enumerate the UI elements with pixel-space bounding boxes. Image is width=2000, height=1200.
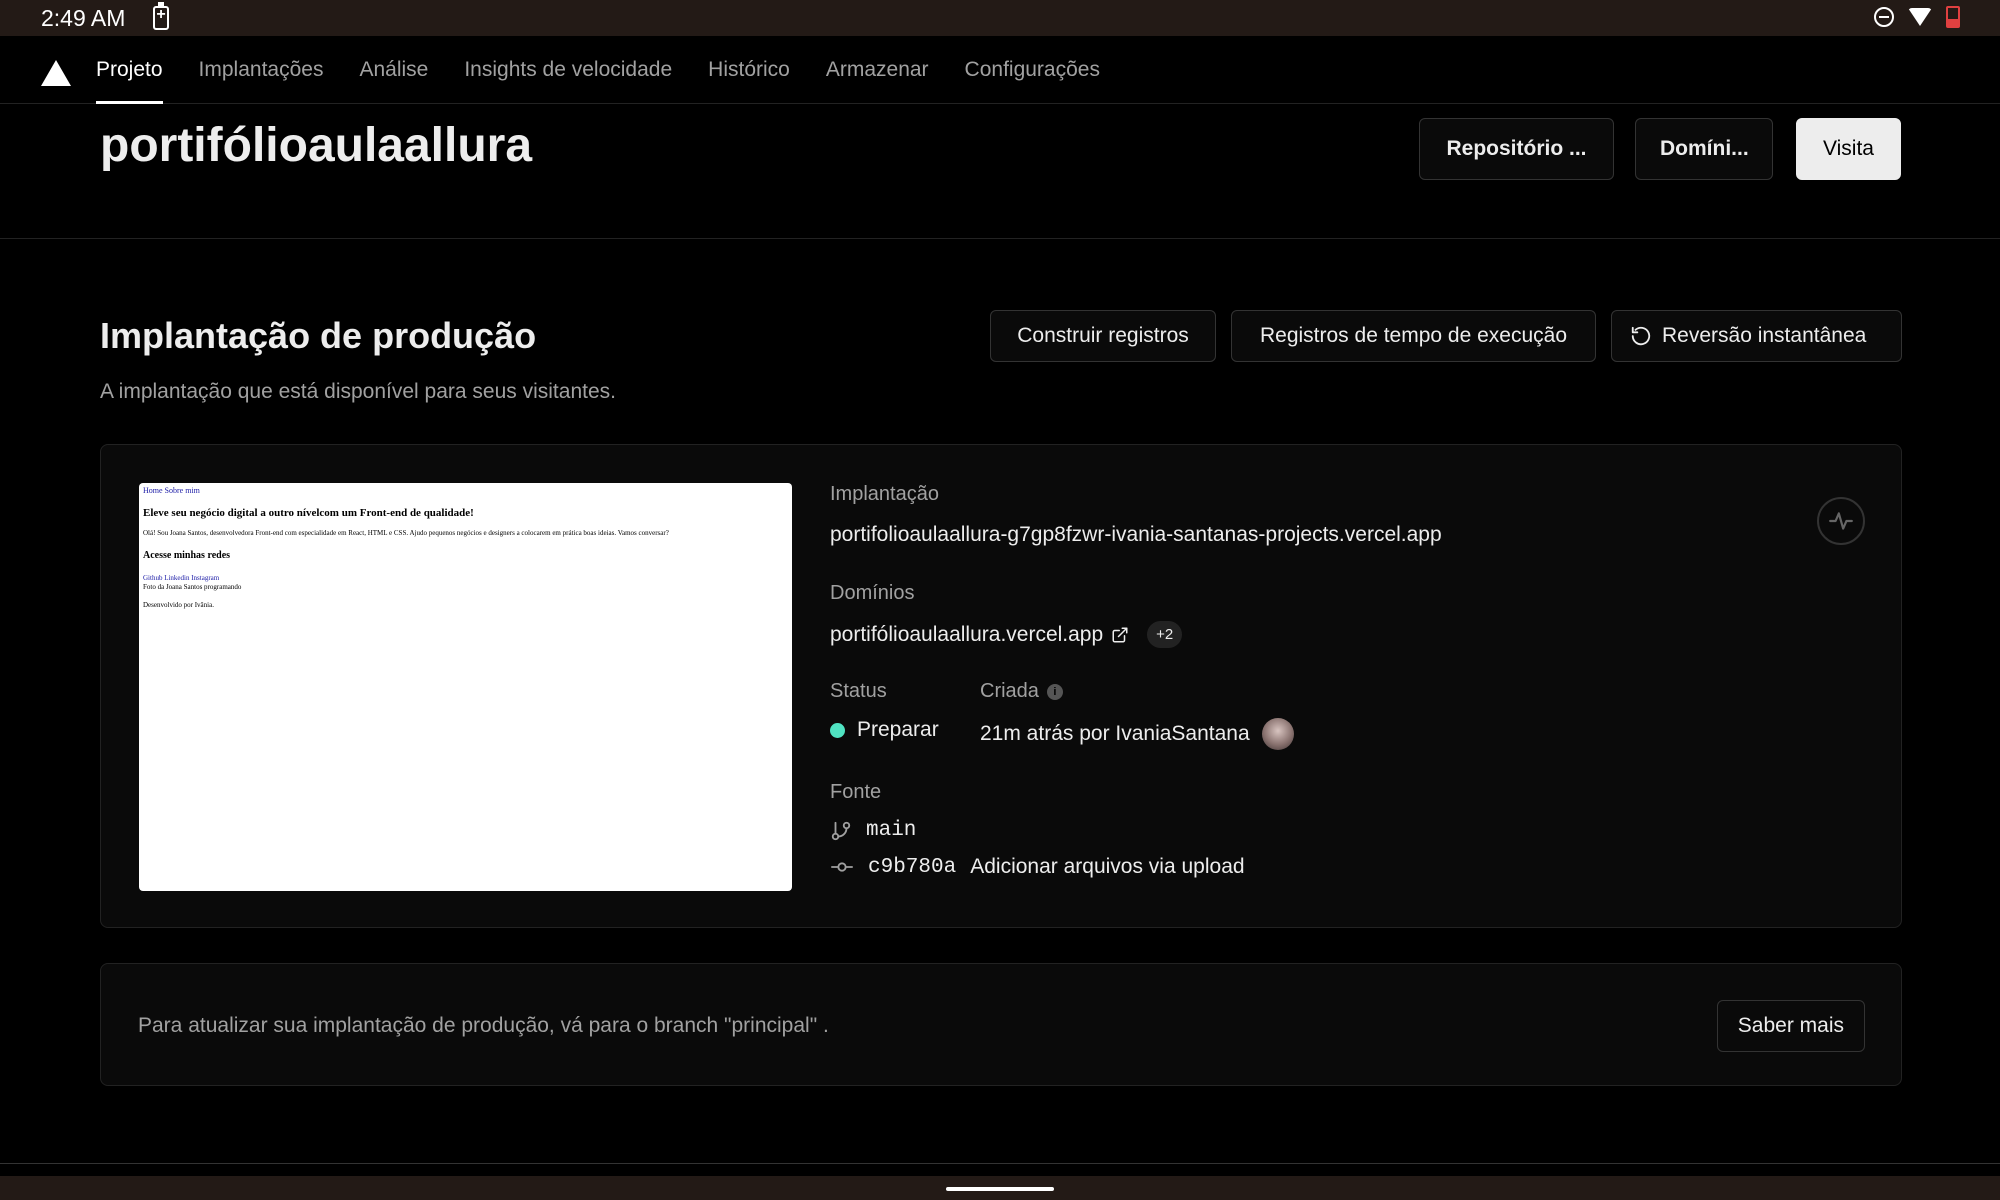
rollback-icon bbox=[1631, 326, 1651, 346]
info-icon[interactable]: i bbox=[1046, 683, 1063, 700]
visit-button[interactable]: Visita bbox=[1796, 118, 1901, 180]
section-subtitle: A implantação que está disponível para s… bbox=[100, 380, 616, 403]
learn-more-button[interactable]: Saber mais bbox=[1716, 1000, 1865, 1052]
preview-text: Olá! Sou Joana Santos, desenvolvedora Fr… bbox=[143, 529, 669, 537]
source-label: Fonte bbox=[830, 781, 882, 803]
preview-subheading: Acesse minhas redes bbox=[143, 550, 231, 561]
do-not-disturb-icon bbox=[1874, 7, 1894, 27]
build-logs-button[interactable]: Construir registros bbox=[990, 310, 1216, 362]
deployment-preview[interactable]: Home Sobre mim Eleve seu negócio digital… bbox=[139, 483, 792, 891]
instant-rollback-button[interactable]: Reversão instantânea bbox=[1611, 310, 1902, 362]
tab-implantacoes[interactable]: Implantações bbox=[187, 36, 336, 104]
tab-analise[interactable]: Análise bbox=[347, 36, 440, 104]
branch-row: main bbox=[830, 819, 916, 842]
deployment-card: Home Sobre mim Eleve seu negócio digital… bbox=[100, 444, 1902, 928]
gesture-handle[interactable] bbox=[946, 1187, 1054, 1191]
activity-icon[interactable] bbox=[1817, 497, 1865, 545]
system-navigation-bar bbox=[0, 1176, 2000, 1200]
branch-name[interactable]: main bbox=[866, 819, 916, 842]
divider bbox=[0, 1163, 2000, 1164]
battery-low-icon bbox=[1946, 6, 1960, 28]
instant-rollback-label: Reversão instantânea bbox=[1662, 324, 1867, 347]
created-row: 21m atrás por IvaniaSantana bbox=[980, 718, 1294, 750]
banner-text: Para atualizar sua implantação de produç… bbox=[138, 1014, 829, 1037]
project-tabs: Projeto Implantações Análise Insights de… bbox=[84, 36, 1124, 104]
created-label-row: Criada i bbox=[980, 680, 1063, 703]
git-branch-icon bbox=[831, 821, 851, 840]
tab-armazenar[interactable]: Armazenar bbox=[814, 36, 941, 104]
preview-image-alt: Foto da Joana Santos programando bbox=[143, 583, 242, 591]
info-banner: Para atualizar sua implantação de produç… bbox=[100, 963, 1902, 1086]
wifi-icon bbox=[1908, 8, 1932, 26]
external-link-icon[interactable] bbox=[1111, 626, 1129, 644]
status-label: Status bbox=[830, 680, 887, 702]
preview-footer: Desenvolvido por Ivânia. bbox=[143, 601, 214, 609]
tab-historico[interactable]: Histórico bbox=[696, 36, 802, 104]
domains-button[interactable]: Domíni... bbox=[1635, 118, 1773, 180]
preview-links: Github Linkedin Instagram bbox=[143, 574, 220, 582]
commit-hash[interactable]: c9b780a bbox=[868, 856, 956, 879]
commit-row: c9b780a Adicionar arquivos via upload bbox=[830, 855, 1245, 879]
preview-nav: Home Sobre mim bbox=[143, 486, 200, 495]
top-navigation: Projeto Implantações Análise Insights de… bbox=[0, 36, 2000, 104]
status-row: Preparar bbox=[830, 718, 939, 742]
extra-domains-badge[interactable]: +2 bbox=[1147, 621, 1183, 648]
clock: 2:49 AM bbox=[41, 5, 126, 31]
system-status-bar: 2:49 AM bbox=[0, 0, 2000, 36]
project-header: portifólioaulaallura Repositório ... Dom… bbox=[0, 105, 2000, 239]
battery-charging-icon bbox=[153, 2, 169, 30]
created-value: 21m atrás por IvaniaSantana bbox=[980, 722, 1250, 745]
page-title: portifólioaulaallura bbox=[100, 119, 533, 172]
status-icons bbox=[1874, 6, 1960, 28]
domain-link[interactable]: portifólioaulaallura.vercel.app bbox=[830, 623, 1103, 647]
deployment-label: Implantação bbox=[830, 483, 939, 505]
created-label: Criada bbox=[980, 680, 1039, 702]
preview-heading: Eleve seu negócio digital a outro nívelc… bbox=[143, 507, 474, 519]
domain-row: portifólioaulaallura.vercel.app +2 bbox=[830, 621, 1183, 648]
tab-configuracoes[interactable]: Configurações bbox=[953, 36, 1112, 104]
repository-button[interactable]: Repositório ... bbox=[1419, 118, 1614, 180]
domains-label: Domínios bbox=[830, 582, 915, 604]
vercel-logo-icon[interactable] bbox=[41, 60, 71, 86]
tab-insights[interactable]: Insights de velocidade bbox=[452, 36, 684, 104]
deployment-url[interactable]: portifolioaulaallura-g7gp8fzwr-ivania-sa… bbox=[830, 523, 1442, 547]
avatar[interactable] bbox=[1261, 718, 1294, 750]
git-commit-icon bbox=[831, 862, 853, 872]
tab-projeto[interactable]: Projeto bbox=[84, 36, 175, 104]
status-dot-icon bbox=[830, 722, 845, 738]
runtime-logs-button[interactable]: Registros de tempo de execução bbox=[1231, 310, 1596, 362]
status-value: Preparar bbox=[857, 718, 939, 741]
section-title: Implantação de produção bbox=[100, 315, 537, 356]
commit-message: Adicionar arquivos via upload bbox=[970, 855, 1245, 878]
